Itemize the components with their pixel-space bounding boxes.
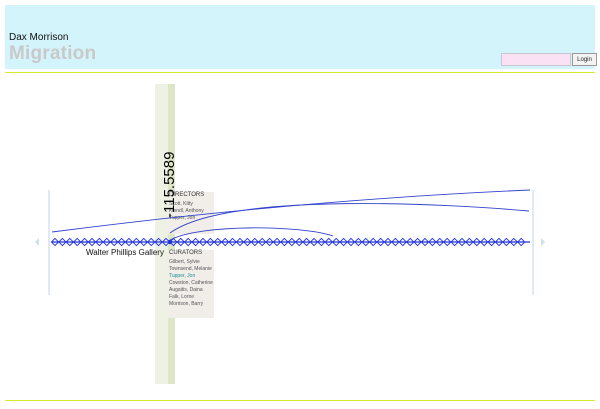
coordinate-label: -115.5589: [161, 151, 178, 218]
bottom-divider: [5, 400, 595, 401]
chevron-left-icon[interactable]: [35, 238, 39, 246]
selected-point[interactable]: [167, 239, 173, 245]
chevron-right-icon[interactable]: [541, 238, 545, 246]
timeline-canvas: [35, 189, 545, 295]
venue-label[interactable]: Walter Phillips Gallery: [86, 248, 164, 257]
migration-arc[interactable]: [51, 189, 531, 233]
migration-arc[interactable]: [169, 227, 334, 241]
